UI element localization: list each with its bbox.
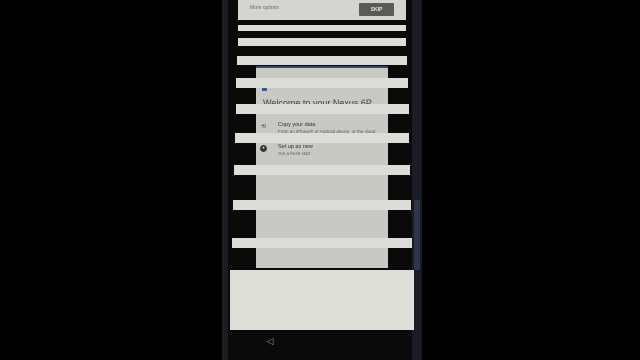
skip-button[interactable]: SKIP [359,3,394,16]
back-triangle-icon[interactable]: ◁ [265,336,275,346]
screen-glare [414,200,420,270]
option-subtitle: Get a fresh start [278,151,311,156]
option-title: Copy your data [278,122,316,128]
display-glitch-block [230,270,414,330]
display-glitch-stripe [232,238,412,248]
display-glitch-stripe [233,200,411,210]
top-action-bar: More options SKIP [238,0,406,20]
cloud-copy-icon: ⟲ [260,124,267,130]
set-up-as-new-option[interactable]: • Set up as new Get a fresh start [260,144,384,160]
display-glitch-stripe [238,25,406,31]
option-title: Set up as new [278,144,313,150]
display-glitch-stripe [235,133,409,143]
phone-left-edge [222,0,228,360]
display-glitch-stripe [238,38,406,46]
new-device-icon: • [260,145,267,152]
display-glitch-stripe [236,104,409,114]
display-glitch-stripe [234,165,410,175]
display-glitch-stripe [236,78,408,88]
display-glitch-stripe [237,56,407,65]
more-options-link[interactable]: More options [250,5,279,11]
